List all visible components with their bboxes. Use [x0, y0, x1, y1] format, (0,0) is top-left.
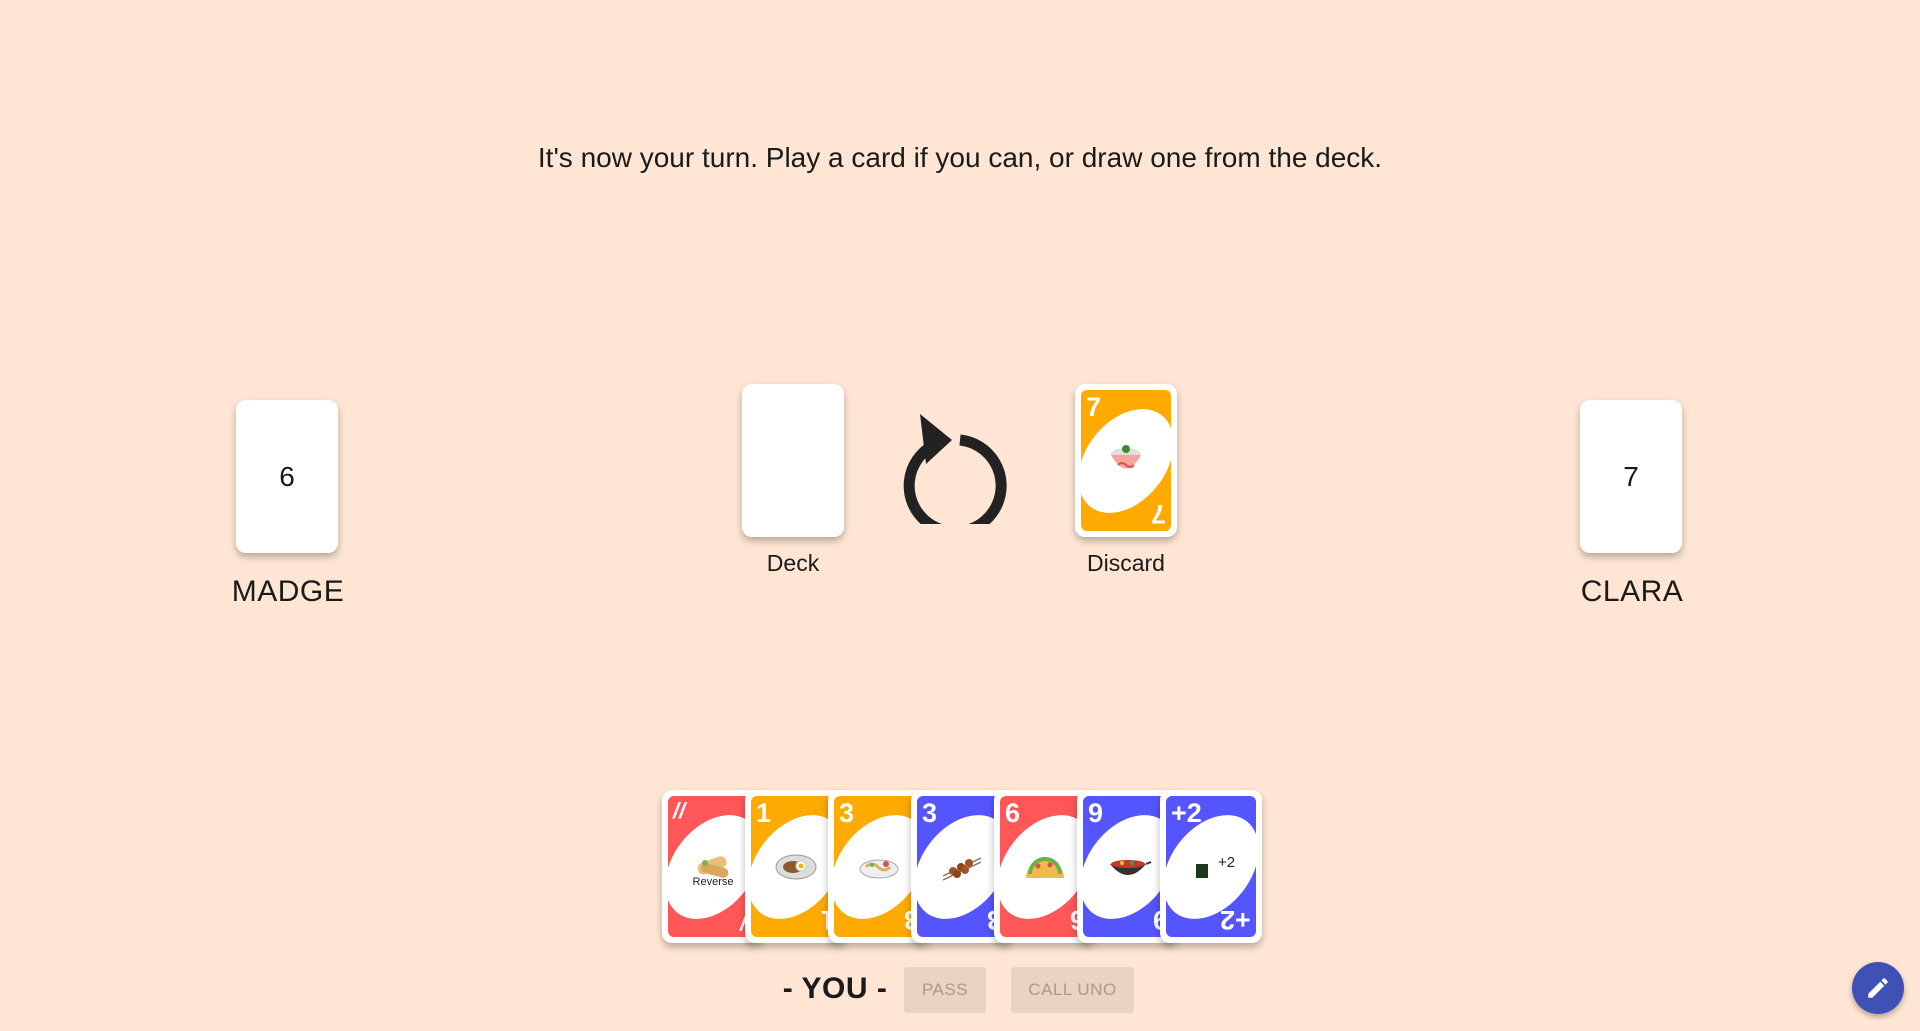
discard-card-face: 7 7 — [1081, 390, 1171, 531]
card-value: 7 — [1086, 392, 1102, 422]
taco-icon — [1026, 856, 1064, 878]
player-label: - YOU - — [782, 972, 888, 1005]
opponent-clara-card-stack: 7 — [1580, 400, 1682, 553]
card-value: +2 — [1220, 905, 1251, 935]
hand-card-draw-two[interactable]: +2 +2 +2 — [1160, 790, 1262, 943]
discard-label: Discard — [1087, 550, 1165, 576]
card-value: +2 — [1171, 798, 1202, 828]
opponent-card-count: 6 — [279, 460, 295, 492]
skewers-icon — [942, 856, 982, 881]
pass-button[interactable]: PASS — [904, 967, 986, 1013]
card-value: 7 — [1150, 499, 1166, 529]
turn-status-message: It's now your turn. Play a card if you c… — [537, 142, 1383, 173]
noodle-plate-icon — [859, 859, 899, 878]
deck-label: Deck — [766, 550, 820, 576]
card-value: 3 — [922, 798, 938, 828]
card-caption: +2 — [1218, 854, 1236, 871]
soup-bowl-icon — [1111, 444, 1141, 468]
card-value: 3 — [839, 798, 855, 828]
call-uno-button[interactable]: CALL UNO — [1011, 967, 1134, 1013]
discard-pile: 7 7 — [1075, 384, 1177, 537]
edit-fab-button[interactable] — [1852, 962, 1904, 1014]
deck-pile[interactable] — [742, 384, 844, 537]
plate-egg-icon — [775, 854, 817, 879]
opponent-madge-card-stack: 6 — [236, 400, 338, 553]
card-value: 9 — [1088, 798, 1104, 828]
opponent-name-clara: CLARA — [1580, 575, 1684, 608]
card-value: 1 — [756, 798, 772, 828]
card-value: // — [673, 798, 686, 823]
opponent-card-count: 7 — [1623, 460, 1639, 492]
card-value: 6 — [1005, 798, 1021, 828]
opponent-name-madge: MADGE — [231, 575, 345, 608]
pencil-icon — [1868, 978, 1888, 998]
nori-icon — [1196, 863, 1208, 878]
wok-icon — [1110, 859, 1152, 875]
rotate-counterclockwise-icon — [903, 414, 1007, 524]
